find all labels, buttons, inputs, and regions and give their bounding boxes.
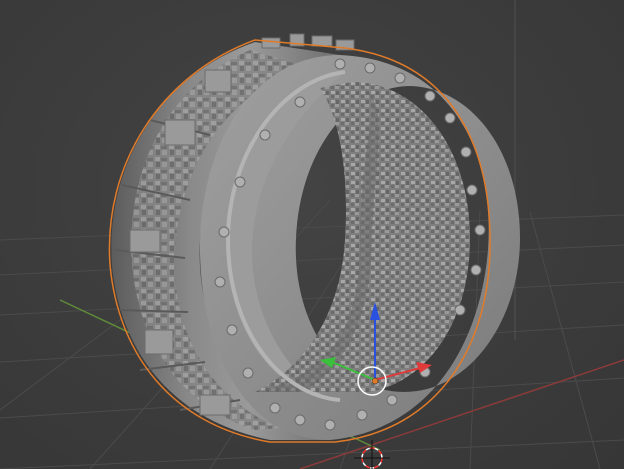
3d-viewport[interactable] xyxy=(0,0,624,469)
ring-mesh[interactable] xyxy=(108,33,520,443)
object-origin-icon xyxy=(371,377,379,385)
3d-cursor[interactable] xyxy=(354,440,390,469)
